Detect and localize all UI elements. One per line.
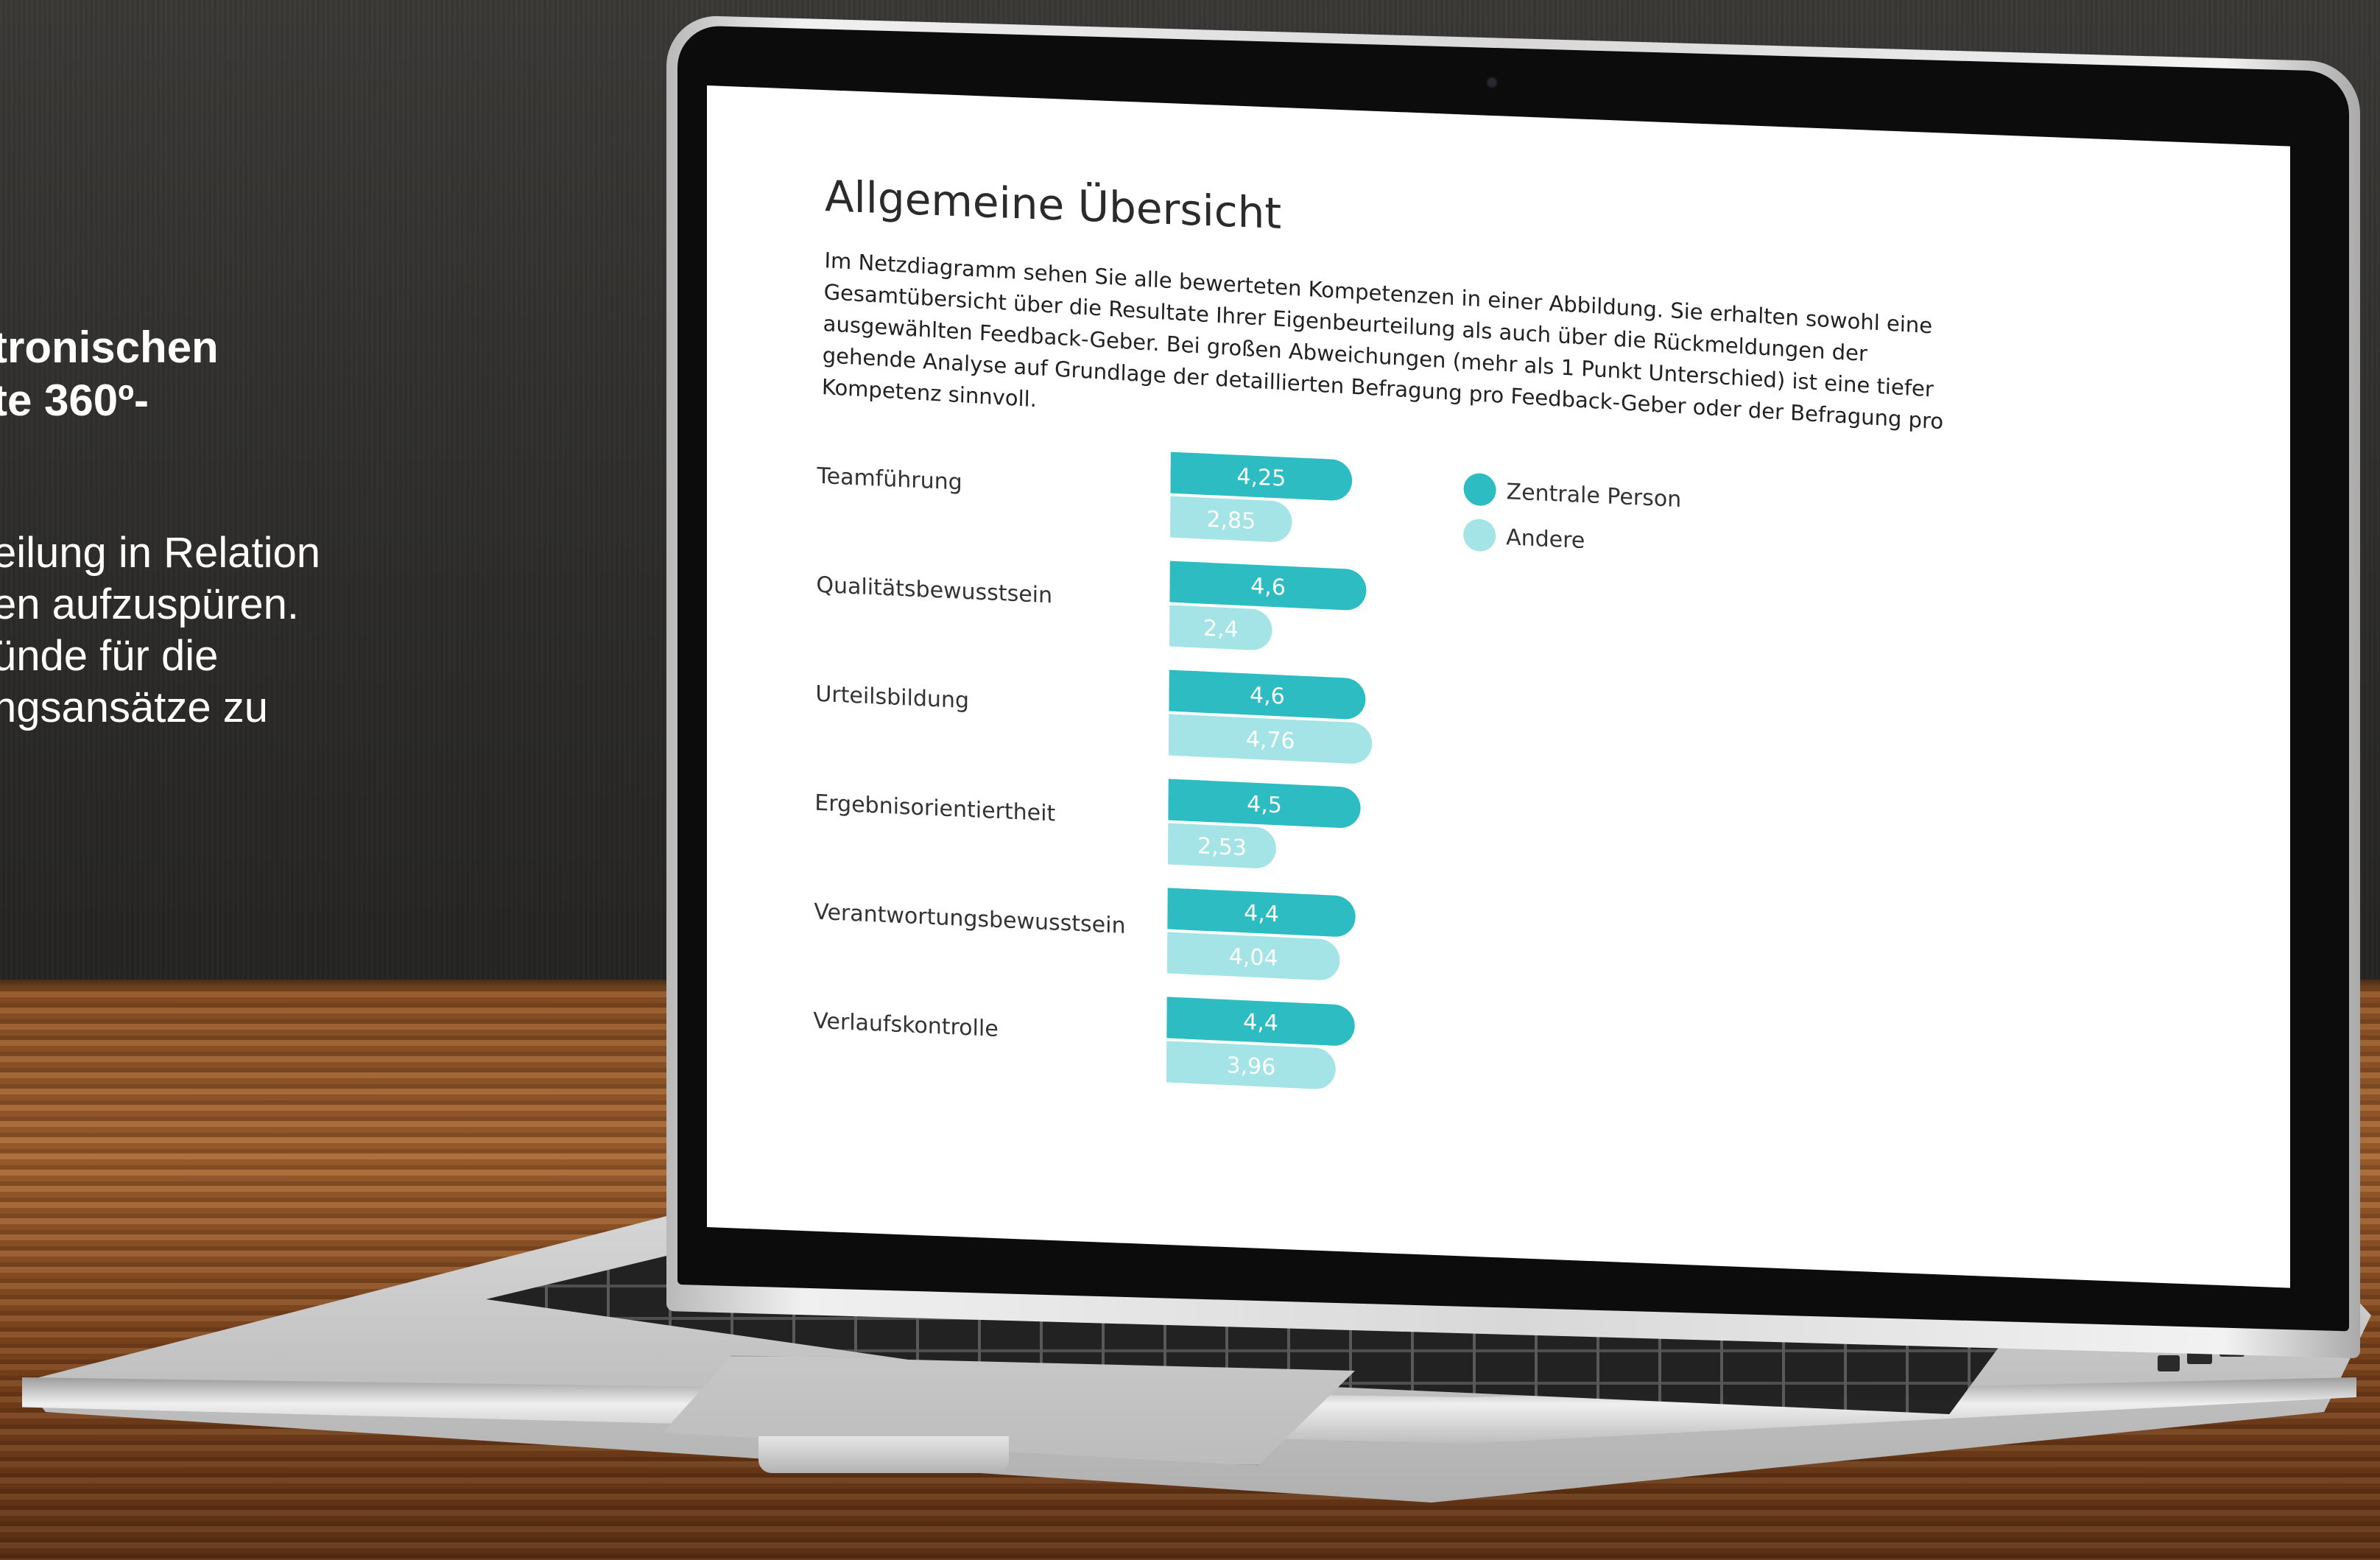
data-label: 4,25	[1236, 464, 1286, 492]
side-line-1: eilung in Relation	[0, 529, 320, 577]
data-label: 4,5	[1247, 791, 1282, 818]
bar-square-end	[1168, 779, 1210, 823]
data-label: 4,6	[1250, 683, 1285, 710]
report-title: Allgemeine Übersicht	[825, 171, 1282, 239]
bar-square-end	[1166, 1041, 1208, 1084]
category-label: Teamführung	[816, 463, 962, 496]
data-label: 4,76	[1246, 726, 1295, 754]
data-label: 4,6	[1250, 574, 1286, 601]
legend-marker-icon	[1463, 519, 1496, 552]
bar-square-end	[1170, 496, 1212, 540]
bar-square-end	[1166, 997, 1208, 1040]
data-label: 4,4	[1244, 900, 1279, 927]
side-line-4: ngsansätze zu	[0, 684, 269, 731]
side-line-2: en aufzuspüren.	[0, 580, 299, 628]
category-label: Verantwortungsbewusstsein	[814, 899, 1125, 939]
data-label: 2,85	[1206, 507, 1256, 535]
side-bold-line-2: te 360º-	[0, 376, 149, 425]
bar-square-end	[1166, 932, 1209, 975]
side-bold-line-1: tronischen	[0, 323, 219, 372]
category-label: Ergebnisorientiertheit	[814, 790, 1055, 827]
bar-square-end	[1170, 452, 1212, 496]
data-label: 4,04	[1229, 944, 1278, 972]
bar-square-end	[1168, 714, 1211, 758]
category-label: Qualitätsbewusstsein	[816, 572, 1052, 609]
legend-label: Andere	[1506, 524, 1585, 554]
data-label: 4,4	[1243, 1009, 1278, 1036]
competency-bar-chart: Teamführung 4,25 2,85 Qualitätsbewusstsein 4…	[813, 452, 1681, 1089]
category-label: Urteilsbildung	[815, 681, 969, 714]
laptop-screen: Allgemeine Übersicht Im Netzdiagramm seh…	[707, 85, 2290, 1288]
legend-label: Zentrale Person	[1506, 479, 1681, 513]
category-label: Verlaufskontrolle	[813, 1008, 999, 1042]
data-label: 2,53	[1197, 833, 1247, 861]
legend-marker-icon	[1463, 473, 1496, 506]
bar-square-end	[1169, 670, 1211, 714]
data-label: 3,96	[1226, 1053, 1275, 1081]
lid-notch	[758, 1436, 1009, 1473]
bar-square-end	[1169, 561, 1211, 605]
data-label: 2,4	[1203, 616, 1239, 643]
camera-icon	[1486, 77, 1498, 88]
bar-square-end	[1167, 888, 1209, 931]
side-line-3: ünde für die	[0, 632, 219, 680]
